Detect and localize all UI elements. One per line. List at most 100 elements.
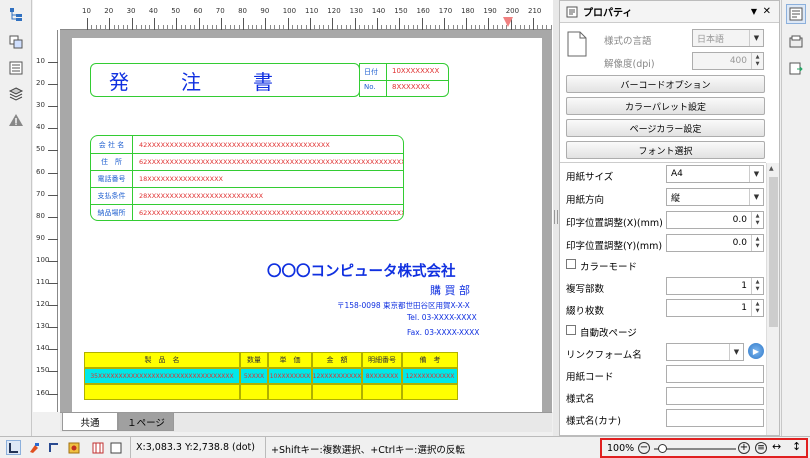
zoom-controls: 100% − + ≡ ↔ ↕ — [600, 438, 808, 458]
ruler-tick — [131, 18, 133, 30]
info-row-value: 28XXXXXXXXXXXXXXXXXXXXXXXXXX — [139, 192, 264, 200]
orientation-label: 用紙方向 — [566, 195, 605, 206]
tab-page1[interactable]: １ページ — [118, 413, 174, 431]
info-row-label: 電話番号 — [91, 171, 133, 187]
properties-tool-icon[interactable] — [786, 4, 806, 24]
ruler-tick-label: 70 — [36, 189, 45, 198]
info-row-value: 18XXXXXXXXXXXXXXXXX — [139, 175, 223, 183]
horizontal-ruler: 10 20 30 40 50 60 70 80 90 100 110 120 130 140 150 160 1… — [60, 4, 552, 30]
image-tool-icon[interactable] — [66, 440, 81, 455]
chevron-down-icon: ▼ — [729, 344, 743, 360]
ruler-tick-label: 30 — [126, 7, 136, 15]
zoom-slider[interactable] — [654, 444, 736, 453]
select-tool-icon[interactable] — [6, 440, 21, 455]
ruler-tick — [310, 18, 311, 30]
dpi-input[interactable]: 400 ▲ ▼ — [692, 52, 764, 70]
tree-icon[interactable] — [6, 4, 26, 24]
ruler-tick-label: 60 — [36, 167, 45, 176]
pin-icon[interactable]: ▼ — [751, 7, 757, 16]
color-palette-button[interactable]: カラーパレット設定 — [566, 97, 765, 115]
properties-scrollbar[interactable]: ▲ — [766, 163, 779, 435]
fit-width-icon[interactable]: ↔ — [772, 440, 781, 453]
zoom-slider-thumb[interactable] — [658, 444, 668, 453]
adj-x-input[interactable]: 0.0 ▲ ▼ — [666, 211, 764, 229]
form-name-input[interactable] — [666, 387, 764, 405]
frame-icon[interactable] — [108, 440, 123, 455]
form-kana-input[interactable] — [666, 409, 764, 427]
info-row: 支払条件 28XXXXXXXXXXXXXXXXXXXXXXXXXX — [91, 187, 403, 204]
adj-y-value: 0.0 — [732, 238, 747, 248]
link-form-go-icon[interactable]: ▶ — [748, 343, 764, 359]
fit-height-icon[interactable]: ↕ — [792, 440, 801, 453]
ruler-tick-label: 110 — [305, 7, 319, 15]
ruler-marker-icon[interactable] — [503, 17, 513, 29]
status-bar: X:3,083.3 Y:2,738.8 (dot) +Shiftキー:複数選択、… — [0, 436, 810, 458]
font-select-button[interactable]: フォント選択 — [566, 141, 765, 159]
properties-header: プロパティ ▼ ✕ — [560, 1, 779, 23]
table-cell — [268, 384, 312, 400]
table-header-cell: 備 考 — [402, 352, 458, 368]
paper-sheet: 発 注 書 日付 10XXXXXXXX No. 8XXXXXXX 会 社 名 42… — [72, 38, 542, 412]
ruler-tick-label: 50 — [36, 145, 45, 154]
auto-page-checkbox[interactable] — [566, 325, 576, 335]
export-icon[interactable] — [786, 58, 806, 78]
table-cell — [312, 384, 362, 400]
zoom-fit-icon[interactable]: ≡ — [755, 442, 767, 454]
close-icon[interactable]: ✕ — [763, 6, 771, 17]
dpi-value: 400 — [729, 56, 747, 66]
ruler-tick-label: 20 — [36, 79, 45, 88]
list-icon[interactable] — [6, 58, 26, 78]
print-preview-icon[interactable] — [786, 32, 806, 52]
page-color-button[interactable]: ページカラー設定 — [566, 119, 765, 137]
company-tel: Tel. 03-XXXX-XXXX — [407, 313, 477, 322]
ruler-tick — [198, 18, 200, 30]
scrollbar-thumb[interactable] — [769, 177, 778, 327]
dept-name: 購 買 部 — [430, 284, 470, 297]
ruler-tick — [176, 18, 178, 30]
stack-icon[interactable] — [6, 84, 26, 104]
spin-icon[interactable]: ▲ ▼ — [751, 300, 763, 316]
binding-input[interactable]: 1 ▲ ▼ — [666, 299, 764, 317]
ruler-tick — [332, 18, 334, 30]
spin-icon[interactable]: ▲ ▼ — [751, 212, 763, 228]
copies-input[interactable]: 1 ▲ ▼ — [666, 277, 764, 295]
ruler-tick-label: 70 — [215, 7, 225, 15]
date-box: 日付 10XXXXXXXX No. 8XXXXXXX — [359, 63, 449, 97]
zoom-out-icon[interactable]: − — [638, 442, 650, 454]
ruler-tick — [48, 106, 58, 108]
lang-select[interactable]: 日本語 ▼ — [692, 29, 764, 47]
adj-y-input[interactable]: 0.0 ▲ ▼ — [666, 234, 764, 252]
warning-icon[interactable] — [6, 110, 26, 130]
properties-icon — [566, 6, 578, 18]
ruler-tick — [243, 18, 245, 30]
barcode-option-button[interactable]: バーコードオプション — [566, 75, 765, 93]
properties-title: プロパティ — [583, 8, 633, 19]
ruler-tick — [48, 327, 58, 329]
line-tool-icon[interactable] — [46, 440, 61, 455]
info-row-label: 会 社 名 — [91, 136, 133, 153]
spin-icon[interactable]: ▲ ▼ — [751, 235, 763, 251]
paper-size-select[interactable]: A4 ▼ — [666, 165, 764, 183]
vertical-ruler: 10 20 30 40 50 60 70 80 90 100 110 120 130 140 150 160 — [34, 30, 58, 412]
paint-icon[interactable] — [26, 440, 41, 455]
spin-icon[interactable]: ▲ ▼ — [751, 278, 763, 294]
table-header-cell: 単 価 — [268, 352, 312, 368]
ruler-tick-label: 40 — [36, 123, 45, 132]
ruler-tick — [48, 283, 58, 284]
binding-value: 1 — [741, 303, 747, 313]
grid-icon[interactable] — [90, 440, 105, 455]
paper-code-input[interactable] — [666, 365, 764, 383]
info-row-label: 住 所 — [91, 154, 133, 170]
ruler-tick-label: 140 — [371, 7, 386, 15]
table-header-cell: 製 品 名 — [84, 352, 240, 368]
zoom-in-icon[interactable]: + — [738, 442, 750, 454]
ruler-tick — [265, 18, 267, 30]
link-form-select[interactable]: ▼ — [666, 343, 744, 361]
ruler-tick-label: 100 — [36, 255, 50, 264]
color-mode-checkbox[interactable] — [566, 259, 576, 269]
tab-common[interactable]: 共通 — [62, 413, 118, 431]
info-row-value: 62XXXXXXXXXXXXXXXXXXXXXXXXXXXXXXXXXXXXXX… — [139, 209, 403, 217]
info-row: 会 社 名 42XXXXXXXXXXXXXXXXXXXXXXXXXXXXXXXXX… — [91, 136, 403, 153]
orientation-select[interactable]: 縦 ▼ — [666, 188, 764, 206]
layers-copy-icon[interactable] — [6, 32, 26, 52]
